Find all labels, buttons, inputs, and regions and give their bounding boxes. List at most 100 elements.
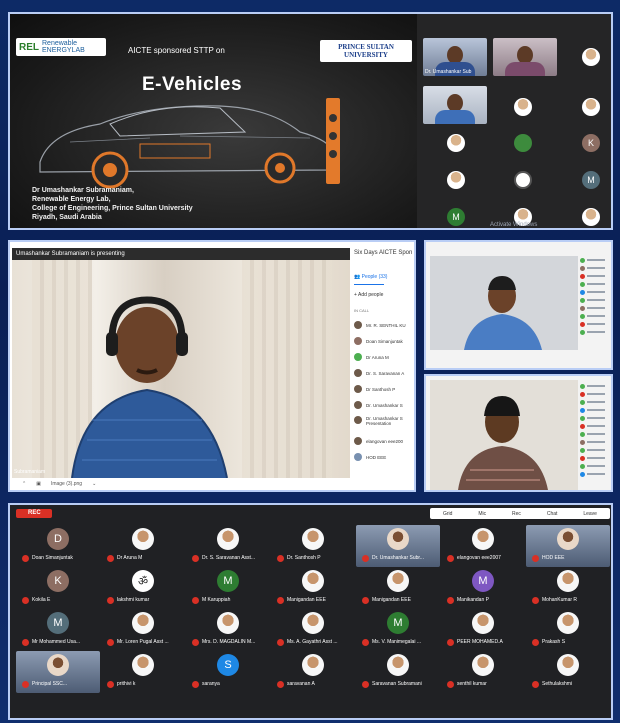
participant-row[interactable]: Dr Santhosh P bbox=[354, 384, 395, 394]
avatar bbox=[580, 257, 585, 263]
avatar bbox=[387, 570, 409, 592]
avatar bbox=[132, 654, 154, 676]
list-item bbox=[580, 328, 610, 336]
avatar-initial: M bbox=[223, 575, 233, 587]
avatar bbox=[472, 528, 494, 550]
participant-tile[interactable]: M M Karuppiah bbox=[186, 567, 270, 609]
participant-photo-avatar[interactable] bbox=[582, 98, 600, 116]
participant-tile[interactable]: Dr. Umashankar Subr... bbox=[356, 525, 440, 567]
participant-tile[interactable]: senthil kumar bbox=[441, 651, 525, 693]
chat-button[interactable]: Chat bbox=[547, 511, 558, 517]
participant-initial-avatar[interactable]: K bbox=[582, 134, 600, 152]
participant-tile[interactable]: K Kokila E bbox=[16, 567, 100, 609]
speaker-video[interactable] bbox=[430, 256, 578, 350]
participant-tile[interactable]: Dr. Santhosh P bbox=[271, 525, 355, 567]
university-logo-text: PRINCE SULTAN UNIVERSITY bbox=[338, 43, 394, 59]
participant-tile[interactable]: Ssaranya bbox=[186, 651, 270, 693]
participant-tile[interactable]: Prakash S bbox=[526, 609, 610, 651]
chevron-up-icon[interactable]: ⌃ bbox=[22, 481, 26, 487]
record-button[interactable]: Rec bbox=[512, 511, 521, 517]
participant-photo-avatar[interactable] bbox=[514, 134, 532, 152]
participant-row[interactable]: Dr. Umashankar S bbox=[354, 400, 403, 410]
mic-muted-icon bbox=[277, 597, 284, 604]
mic-muted-icon bbox=[532, 555, 539, 562]
participant-tile[interactable]: Manigandan EEE bbox=[356, 567, 440, 609]
people-icon: 👥 bbox=[354, 274, 361, 280]
participant-tile[interactable]: saravanan A bbox=[271, 651, 355, 693]
participant-name: elangovan eee200 bbox=[366, 438, 404, 444]
avatar bbox=[302, 528, 324, 550]
participant-tile[interactable]: D Doan Simanjuntak bbox=[16, 525, 100, 567]
participant-row[interactable]: Dr. Umashankar S Presentation bbox=[354, 416, 414, 432]
video-gallery: Dr. Umashankar Sub K M M bbox=[417, 14, 611, 228]
participant-row[interactable]: Dr Aruna M bbox=[354, 352, 389, 362]
participant-tile[interactable]: Dr. S. Saravanan Asst... bbox=[186, 525, 270, 567]
list-item bbox=[580, 382, 610, 390]
participant-tile[interactable]: HOD EEE bbox=[526, 525, 610, 567]
tab-people[interactable]: 👥 People (33) bbox=[354, 274, 387, 280]
add-people-button[interactable]: + Add people bbox=[354, 292, 383, 298]
sponsor-text: AICTE sponsored STTP on bbox=[128, 46, 225, 55]
participant-tile[interactable]: prithivi k bbox=[101, 651, 185, 693]
participant-tile[interactable]: Sethulakshmi bbox=[526, 651, 610, 693]
participant-row[interactable]: Mr. R. SENTHIL KU bbox=[354, 320, 406, 330]
participant-initial-avatar[interactable]: M bbox=[447, 208, 465, 226]
participant-photo-avatar[interactable] bbox=[582, 208, 600, 226]
participant-tile[interactable]: Mr. Loren Pugal Asst ... bbox=[101, 609, 185, 651]
participant-photo-avatar[interactable] bbox=[582, 48, 600, 66]
meeting-title: Six Days AICTE Spon bbox=[354, 250, 413, 256]
speaker-video[interactable] bbox=[430, 380, 578, 490]
participant-photo-avatar[interactable] bbox=[447, 134, 465, 152]
participant-row[interactable]: HOD EEE bbox=[354, 452, 386, 462]
participant-tile[interactable]: M Manikandan P bbox=[441, 567, 525, 609]
avatar bbox=[580, 297, 585, 303]
participant-tile[interactable]: Saravanan Subramani bbox=[356, 651, 440, 693]
slide-share-panel: REL Renewable ENERGYLAB AICTE sponsored … bbox=[8, 12, 613, 230]
participant-name: PEER MOHAMED.A bbox=[457, 639, 503, 645]
participant-tile[interactable]: PEER MOHAMED.A bbox=[441, 609, 525, 651]
participant-photo-avatar[interactable] bbox=[447, 171, 465, 189]
participant-name: Sethulakshmi bbox=[542, 681, 573, 687]
leave-button[interactable]: Leave bbox=[583, 511, 597, 517]
participant-name: Mr. Loren Pugal Asst ... bbox=[117, 639, 169, 645]
participant-tile[interactable]: M Ms. V. Manimegalai ... bbox=[356, 609, 440, 651]
participant-tile[interactable]: Mrs. D. MAGDALIN M... bbox=[186, 609, 270, 651]
shared-file-name[interactable]: Image (3).png bbox=[51, 481, 82, 487]
participant-name: Manigandan EEE bbox=[372, 597, 411, 603]
grid-view-button[interactable]: Grid bbox=[443, 511, 452, 517]
participant-name: HOD EEE bbox=[366, 454, 387, 460]
participant-row[interactable]: Doan Simanjuntak bbox=[354, 336, 403, 346]
presenter-affiliation: Dr Umashankar Subramaniam, Renewable Ene… bbox=[32, 186, 193, 222]
participant-logo-avatar[interactable] bbox=[514, 171, 532, 189]
participant-row[interactable]: elangovan eee200 bbox=[354, 436, 403, 446]
avatar bbox=[557, 570, 579, 592]
participant-video-tile[interactable] bbox=[493, 38, 557, 76]
mic-muted-icon bbox=[362, 597, 369, 604]
participant-initial-avatar[interactable]: M bbox=[582, 171, 600, 189]
avatar bbox=[580, 321, 585, 327]
mic-button[interactable]: Mic bbox=[478, 511, 486, 517]
mic-muted-icon bbox=[362, 555, 369, 562]
participant-tile[interactable]: Manigandan EEE bbox=[271, 567, 355, 609]
participant-tile[interactable]: Ms. A. Gayathri Asst ... bbox=[271, 609, 355, 651]
participant-tile[interactable]: M Mr Mohammed Usa... bbox=[16, 609, 100, 651]
avatar bbox=[580, 305, 585, 311]
participant-row[interactable]: Dr. S. Saravanan A bbox=[354, 368, 404, 378]
participant-video-tile[interactable]: Dr. Umashankar Sub bbox=[423, 38, 487, 76]
participant-tile[interactable]: ॐ lakshmi kumar bbox=[101, 567, 185, 609]
participant-tile[interactable]: MohanKumar R bbox=[526, 567, 610, 609]
avatar bbox=[132, 612, 154, 634]
participant-tile[interactable]: elangovan eee2007 bbox=[441, 525, 525, 567]
chevron-down-icon[interactable]: ⌄ bbox=[92, 481, 96, 487]
participant-tile[interactable]: Dr Aruna M bbox=[101, 525, 185, 567]
participant-tile[interactable]: Principal SSC... bbox=[16, 651, 100, 693]
avatar bbox=[580, 447, 585, 453]
participant-video-tile[interactable] bbox=[423, 86, 487, 124]
avatar bbox=[580, 391, 585, 397]
participant-name: elangovan eee2007 bbox=[457, 555, 501, 561]
list-item bbox=[580, 462, 610, 470]
participant-list bbox=[580, 256, 610, 336]
participant-photo-avatar[interactable] bbox=[514, 98, 532, 116]
people-sidebar: Six Days AICTE Spon 👥 People (33) + Add … bbox=[350, 248, 414, 490]
presenter-video[interactable]: Subramaniam bbox=[12, 260, 350, 478]
